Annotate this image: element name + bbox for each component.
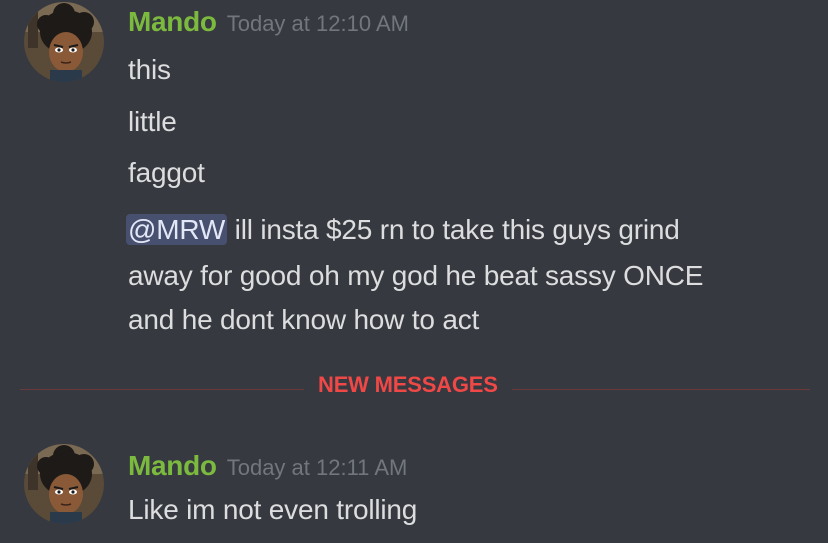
avatar-image	[24, 2, 104, 82]
timestamp: Today at 12:10 AM	[226, 11, 409, 36]
message-text: Like im not even trolling	[128, 494, 418, 525]
message-text: away for good oh my god he beat sassy ON…	[128, 260, 704, 291]
message-text-segment: ill insta $25 rn to take this guys grind	[227, 214, 680, 245]
message-text: and he dont know how to act	[128, 304, 480, 335]
user-mention[interactable]: @MRW	[126, 214, 228, 245]
message-text: little	[128, 106, 177, 137]
message-text: this	[128, 54, 171, 85]
message-header: Mando Today at 12:10 AM	[128, 6, 409, 38]
message-header: Mando Today at 12:11 AM	[128, 450, 407, 482]
message-text: faggot	[128, 157, 205, 188]
avatar[interactable]	[24, 2, 104, 82]
message-text: @MRW ill insta $25 rn to take this guys …	[126, 208, 680, 252]
new-messages-label: NEW MESSAGES	[304, 372, 512, 398]
avatar-image	[24, 444, 104, 524]
timestamp: Today at 12:11 AM	[226, 455, 408, 480]
chat-message-list: Mando Today at 12:10 AM this little faggo…	[0, 0, 828, 543]
avatar[interactable]	[24, 444, 104, 524]
username[interactable]: Mando	[128, 6, 217, 37]
username[interactable]: Mando	[128, 450, 217, 481]
